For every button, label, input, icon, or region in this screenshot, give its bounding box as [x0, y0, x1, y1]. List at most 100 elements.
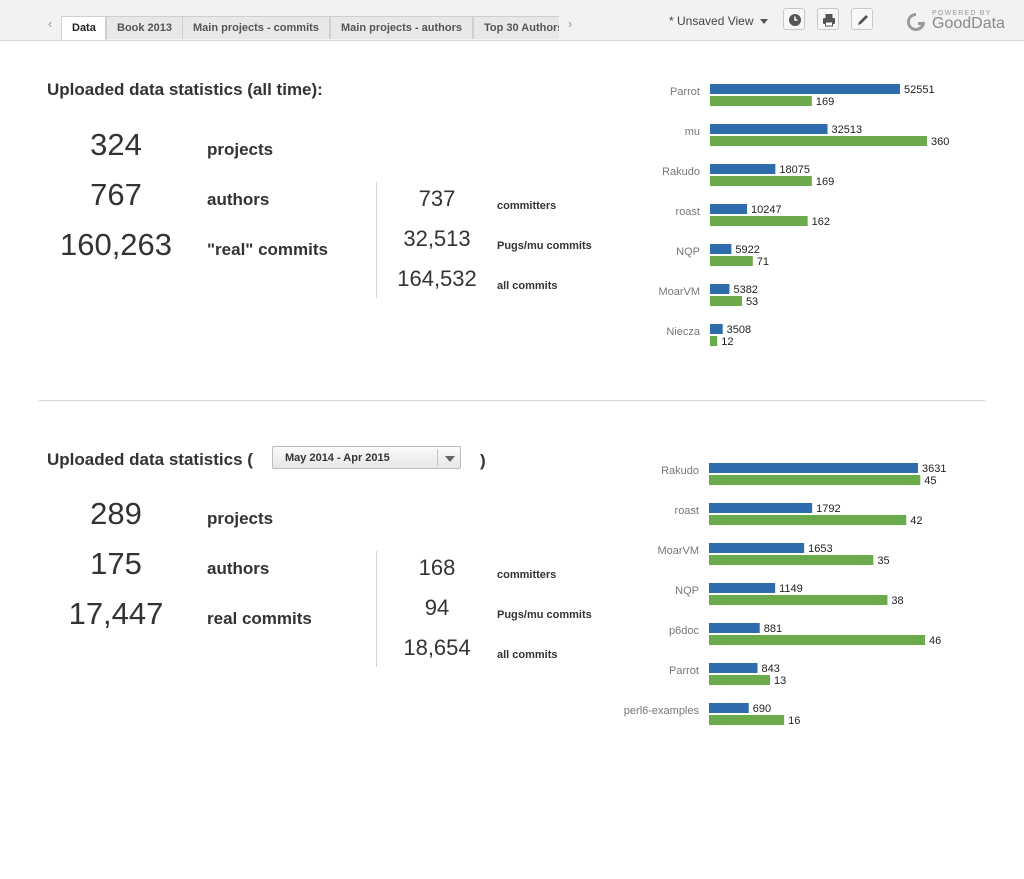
bar-blue[interactable] [710, 244, 732, 254]
bar-blue[interactable] [709, 463, 918, 473]
category-label: MoarVM [658, 286, 700, 298]
category-label: NQP [676, 246, 700, 258]
commits-label: "real" commits [207, 240, 329, 259]
chevron-down-icon [445, 456, 455, 462]
bar-green[interactable] [709, 475, 921, 485]
bar-green[interactable] [709, 635, 925, 645]
bar-blue[interactable] [710, 164, 776, 174]
bar-value-label: 32513 [832, 124, 863, 136]
bar-value-label: 162 [812, 216, 830, 228]
commits-count: 17,447 [68, 596, 164, 631]
category-label: perl6-examples [624, 705, 700, 717]
all-commits-count: 18,654 [403, 635, 471, 660]
bar-value-label: 5922 [735, 244, 759, 256]
vertical-divider [376, 182, 377, 298]
print-button[interactable] [817, 8, 839, 30]
pugs-commits-count: 94 [424, 595, 450, 620]
bar-value-label: 42 [910, 515, 922, 527]
chevron-down-icon [759, 19, 768, 25]
tab-main-projects-authors[interactable]: Main projects - authors [330, 16, 473, 39]
category-label: p6doc [669, 625, 699, 637]
all-commits-label: all commits [497, 649, 558, 661]
bar-blue[interactable] [709, 503, 813, 513]
section2-title: Uploaded data statistics ( [47, 450, 253, 469]
clock-icon [789, 14, 801, 26]
bar-value-label: 843 [762, 663, 780, 675]
bar-blue[interactable] [709, 543, 805, 553]
bar-blue[interactable] [709, 703, 749, 713]
bar-value-label: 5382 [733, 284, 757, 296]
pugs-commits-label: Pugs/mu commits [497, 609, 592, 621]
bar-value-label: 16 [788, 715, 800, 727]
bar-blue[interactable] [710, 124, 828, 134]
category-label: Parrot [669, 665, 699, 677]
bar-value-label: 3508 [727, 324, 751, 336]
bar-value-label: 1149 [779, 583, 803, 595]
pencil-icon [858, 15, 868, 25]
bar-green[interactable] [710, 96, 812, 106]
bar-blue[interactable] [709, 663, 758, 673]
bar-value-label: 1792 [816, 503, 840, 515]
bar-green[interactable] [709, 515, 907, 525]
committers-count: 737 [418, 186, 456, 211]
tabs-scroll-left-icon[interactable]: ‹ [45, 17, 55, 31]
bar-blue[interactable] [709, 583, 776, 593]
bar-value-label: 13 [774, 675, 786, 687]
bar-value-label: 169 [816, 176, 834, 188]
dashboard-tabs: Data Book 2013 Main projects - commits M… [61, 16, 559, 40]
projects-all-time-bar-chart: Parrot 52551 169 mu 32513 360 Rakudo 18075 169 ro… [658, 84, 949, 348]
bar-value-label: 38 [891, 595, 903, 607]
vertical-divider [376, 551, 377, 667]
bar-green[interactable] [710, 296, 742, 306]
bar-blue[interactable] [710, 284, 730, 294]
saved-view-dropdown[interactable]: * Unsaved View [669, 14, 768, 28]
bar-green[interactable] [710, 336, 718, 346]
tab-data[interactable]: Data [61, 16, 106, 40]
projects-label: projects [207, 140, 274, 159]
bar-green[interactable] [710, 256, 753, 266]
section-divider [39, 400, 985, 401]
category-label: Rakudo [661, 465, 699, 477]
bar-value-label: 52551 [904, 84, 935, 96]
pugs-commits-label: Pugs/mu commits [497, 240, 592, 252]
schedule-button[interactable] [783, 8, 805, 30]
committers-count: 168 [418, 555, 456, 580]
saved-view-label: * Unsaved View [669, 14, 754, 28]
gooddata-logo-icon [907, 13, 925, 31]
bar-value-label: 45 [924, 475, 936, 487]
tab-main-projects-commits[interactable]: Main projects - commits [182, 16, 330, 39]
dashboard-toolbar: ‹ Data Book 2013 Main projects - commits… [0, 0, 1024, 41]
projects-count: 289 [90, 496, 142, 531]
edit-button[interactable] [851, 8, 873, 30]
category-label: roast [675, 505, 699, 517]
tabs-scroll-right-icon[interactable]: › [565, 17, 575, 31]
bar-value-label: 360 [931, 136, 949, 148]
bar-green[interactable] [710, 216, 808, 226]
bar-value-label: 46 [929, 635, 941, 647]
bar-green[interactable] [710, 136, 927, 146]
category-label: mu [685, 126, 700, 138]
bar-value-label: 690 [753, 703, 771, 715]
bar-green[interactable] [710, 176, 812, 186]
bar-blue[interactable] [710, 204, 748, 214]
bar-green[interactable] [709, 595, 888, 605]
tab-book-2013[interactable]: Book 2013 [106, 16, 183, 39]
bar-green[interactable] [709, 555, 874, 565]
bar-blue[interactable] [710, 84, 900, 94]
bar-green[interactable] [709, 675, 771, 685]
authors-label: authors [207, 559, 270, 578]
committers-label: committers [497, 200, 557, 212]
bar-blue[interactable] [709, 623, 760, 633]
bar-value-label: 10247 [751, 204, 782, 216]
bar-green[interactable] [709, 715, 785, 725]
date-range-filter[interactable]: May 2014 - Apr 2015 [272, 446, 461, 469]
projects-label: projects [207, 509, 274, 528]
bar-value-label: 881 [764, 623, 782, 635]
bar-value-label: 53 [746, 296, 758, 308]
pugs-commits-count: 32,513 [403, 226, 471, 251]
tab-top-30-authors[interactable]: Top 30 Authors [473, 16, 559, 39]
category-label: Rakudo [662, 166, 700, 178]
bar-value-label: 18075 [779, 164, 810, 176]
powered-by-gooddata-logo: POWERED BY GoodData [906, 10, 1006, 34]
bar-blue[interactable] [710, 324, 723, 334]
